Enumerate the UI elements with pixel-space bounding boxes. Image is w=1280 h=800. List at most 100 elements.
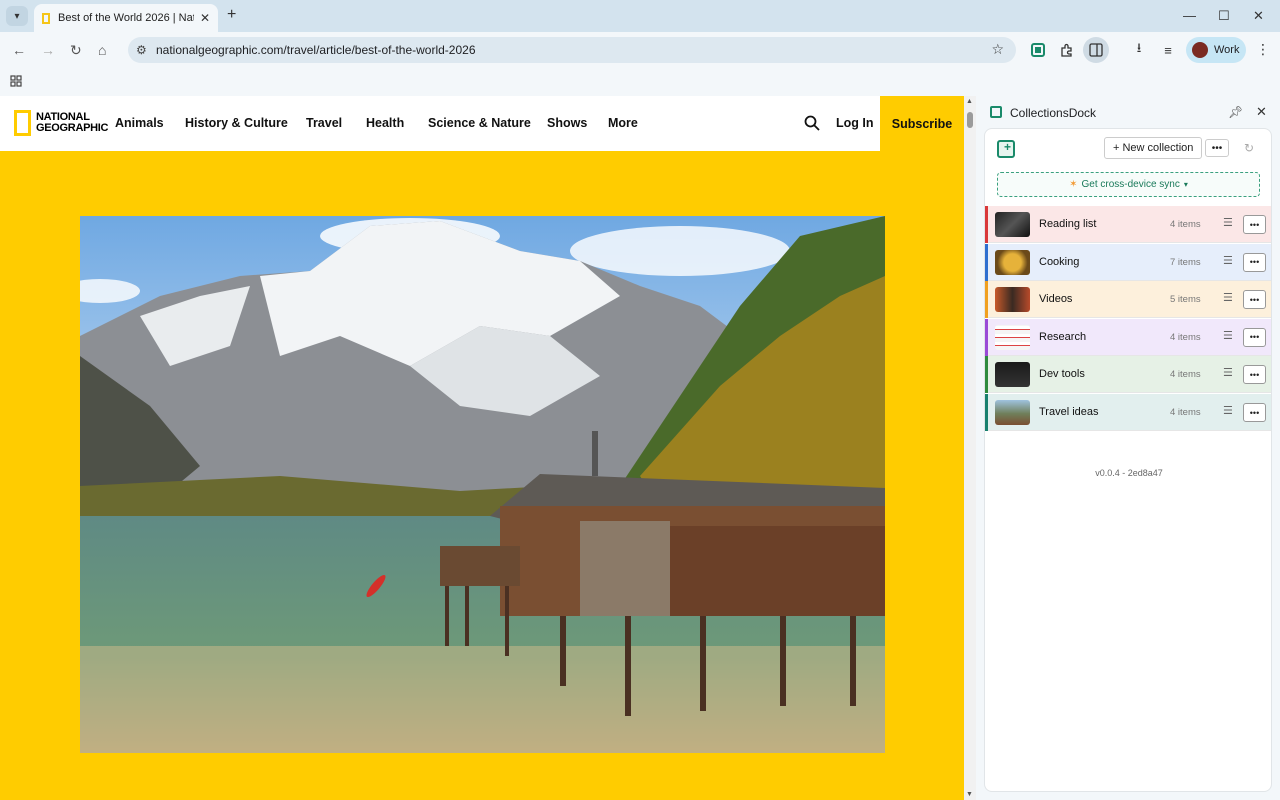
collection-thumbnail <box>995 400 1030 425</box>
extensions-puzzle-icon[interactable] <box>1058 41 1076 59</box>
add-collection-icon[interactable] <box>997 140 1015 158</box>
collection-color-bar <box>985 356 988 394</box>
minimize-button[interactable]: — <box>1183 8 1196 23</box>
page-scrollbar[interactable]: ▲ ▼ <box>964 96 976 800</box>
drag-handle-icon[interactable]: ☰ <box>1223 366 1233 379</box>
collection-name: Reading list <box>1039 218 1097 230</box>
side-panel-toggle-icon[interactable] <box>1083 37 1109 63</box>
collection-thumbnail <box>995 362 1030 388</box>
drag-handle-icon[interactable]: ☰ <box>1223 216 1233 229</box>
close-window-button[interactable]: ✕ <box>1253 8 1264 24</box>
collection-count: 4 items <box>1170 219 1201 230</box>
collection-more-button[interactable]: ••• <box>1243 215 1266 234</box>
avatar <box>1192 42 1208 58</box>
tab-search-button[interactable]: ▾ <box>6 6 28 26</box>
close-panel-icon[interactable]: ✕ <box>1256 104 1267 120</box>
collection-count: 4 items <box>1170 369 1201 381</box>
collections-extension-icon[interactable] <box>1029 41 1047 59</box>
tab-title: Best of the World 2026 | Nation <box>58 12 194 24</box>
downloads-icon[interactable]: ⭳ <box>1130 40 1148 59</box>
sync-label: Get cross-device sync <box>1081 179 1180 190</box>
collection-row[interactable]: Cooking 7 items ☰ ••• <box>985 243 1271 281</box>
collection-count: 5 items <box>1170 294 1201 306</box>
tab-active[interactable]: Best of the World 2026 | Nation ✕ <box>34 4 218 32</box>
side-panel-header: CollectionsDock 📌︎ ✕ <box>976 96 1280 128</box>
address-url[interactable]: nationalgeographic.com/travel/article/be… <box>156 43 476 57</box>
nav-history-culture[interactable]: History & Culture <box>185 116 288 130</box>
pin-icon[interactable]: 📌︎ <box>1228 105 1243 119</box>
collections-dock: + New collection ••• ↻ ✶ Get cross-devic… <box>984 128 1272 792</box>
collection-color-bar <box>985 318 988 356</box>
collection-thumbnail <box>995 324 1030 350</box>
cross-device-sync-button[interactable]: ✶ Get cross-device sync ▾ <box>997 172 1260 197</box>
drag-handle-icon[interactable]: ☰ <box>1223 329 1233 342</box>
nav-science-nature[interactable]: Science & Nature <box>428 116 531 130</box>
search-icon[interactable] <box>804 115 820 131</box>
collection-more-button[interactable]: ••• <box>1243 327 1266 347</box>
nav-animals[interactable]: Animals <box>115 116 164 130</box>
chevron-down-icon: ▾ <box>14 10 20 22</box>
subscribe-button[interactable]: Subscribe <box>880 96 964 151</box>
scrollbar-thumb[interactable] <box>967 112 973 128</box>
side-panel: CollectionsDock 📌︎ ✕ + New collection ••… <box>976 96 1280 800</box>
home-button[interactable]: ⌂ <box>98 42 106 58</box>
scroll-up-icon[interactable]: ▲ <box>966 98 973 105</box>
nav-health[interactable]: Health <box>366 116 404 130</box>
back-button[interactable]: ← <box>12 42 26 58</box>
site-info-icon[interactable]: ⚙ <box>136 43 147 57</box>
version-label: v0.0.4 - 2ed8a47 <box>1095 468 1163 478</box>
maximize-button[interactable]: ☐ <box>1218 8 1230 24</box>
collection-color-bar <box>985 206 988 243</box>
address-bar[interactable]: ⚙ nationalgeographic.com/travel/article/… <box>128 37 1016 63</box>
collection-name: Cooking <box>1039 255 1080 268</box>
reload-button[interactable]: ↻ <box>70 42 82 59</box>
collection-more-button[interactable]: ••• <box>1243 403 1266 422</box>
web-page: NATIONAL GEOGRAPHIC Animals History & Cu… <box>0 96 964 800</box>
collection-color-bar <box>985 243 988 281</box>
browser-toolbar: ← → ↻ ⌂ ⚙ nationalgeographic.com/travel/… <box>0 32 1280 68</box>
sparkle-icon: ✶ <box>1069 179 1078 190</box>
nav-shows[interactable]: Shows <box>547 116 587 130</box>
drag-handle-icon[interactable]: ☰ <box>1223 404 1233 417</box>
dock-more-button[interactable]: ••• <box>1205 139 1229 157</box>
collection-more-button[interactable]: ••• <box>1243 252 1266 272</box>
tab-strip: ▾ Best of the World 2026 | Nation ✕ + — … <box>0 0 1280 32</box>
collection-row[interactable]: Research 4 items ☰ ••• <box>985 318 1271 356</box>
collection-more-button[interactable]: ••• <box>1243 365 1266 385</box>
natgeo-logo[interactable]: NATIONAL GEOGRAPHIC <box>14 110 108 136</box>
apps-grid-icon[interactable] <box>10 75 22 90</box>
new-collection-button[interactable]: + New collection <box>1104 137 1203 159</box>
media-controls-icon[interactable]: ≡ <box>1159 41 1177 59</box>
collection-count: 7 items <box>1170 256 1201 268</box>
site-header: NATIONAL GEOGRAPHIC Animals History & Cu… <box>0 96 880 151</box>
login-link[interactable]: Log In <box>836 116 874 130</box>
collection-row[interactable]: Videos 5 items ☰ ••• <box>985 281 1271 319</box>
collection-more-button[interactable]: ••• <box>1243 290 1266 310</box>
collection-row[interactable]: Dev tools 4 items ☰ ••• <box>985 356 1271 394</box>
side-panel-title: CollectionsDock <box>1010 106 1097 120</box>
collection-row[interactable]: Travel ideas 4 items ☰ ••• <box>985 394 1271 431</box>
drag-handle-icon[interactable]: ☰ <box>1223 254 1233 267</box>
profile-label: Work <box>1214 44 1240 56</box>
dock-toolbar: + New collection ••• ↻ <box>985 129 1271 169</box>
tab-close-icon[interactable]: ✕ <box>200 11 210 25</box>
nav-more[interactable]: More <box>608 116 638 130</box>
collection-name: Videos <box>1039 293 1073 306</box>
browser-menu-icon[interactable]: ⋮ <box>1256 41 1270 58</box>
collection-name: Research <box>1039 330 1087 343</box>
nav-travel[interactable]: Travel <box>306 116 342 130</box>
collection-color-bar <box>985 394 988 431</box>
collection-count: 4 items <box>1170 407 1201 418</box>
scroll-down-icon[interactable]: ▼ <box>966 791 973 798</box>
profile-button[interactable]: Work <box>1186 37 1246 63</box>
collection-row[interactable]: Reading list 4 items ☰ ••• <box>985 206 1271 243</box>
drag-handle-icon[interactable]: ☰ <box>1223 291 1233 304</box>
hero-image <box>80 216 885 753</box>
refresh-icon[interactable]: ↻ <box>1239 138 1259 158</box>
chevron-down-icon: ▾ <box>1183 180 1188 189</box>
new-tab-button[interactable]: + <box>227 6 236 24</box>
collection-thumbnail <box>995 249 1030 275</box>
natgeo-favicon-icon <box>42 12 50 24</box>
forward-button[interactable]: → <box>41 42 55 58</box>
bookmark-star-icon[interactable]: ☆ <box>991 41 1004 58</box>
